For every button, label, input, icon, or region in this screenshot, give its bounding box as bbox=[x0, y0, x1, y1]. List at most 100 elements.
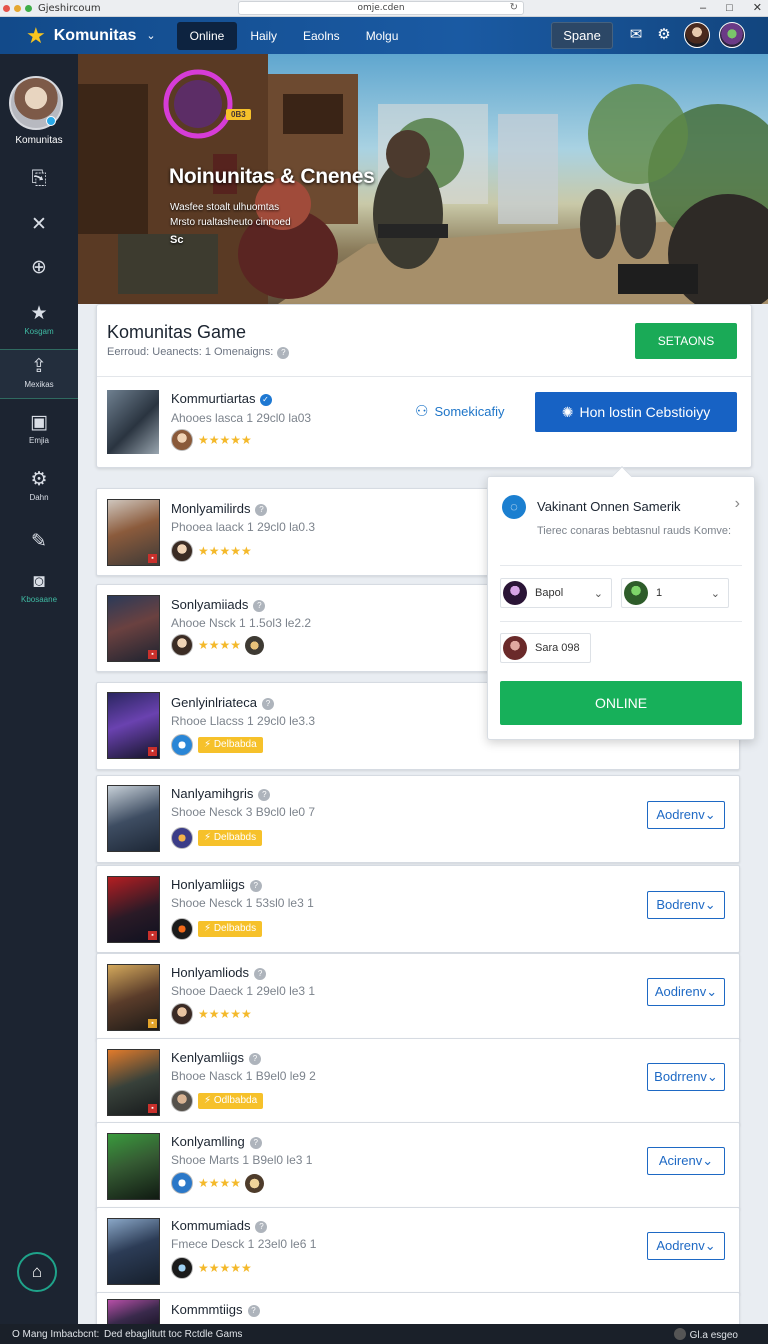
help-icon[interactable]: ? bbox=[254, 968, 267, 980]
tab-online[interactable]: Online bbox=[176, 21, 238, 50]
search-button[interactable]: Spane bbox=[551, 22, 613, 49]
cta-button[interactable]: ✺ Hon lostin Cebstioiyy bbox=[535, 392, 737, 432]
minimize-window-dot[interactable] bbox=[14, 4, 21, 12]
avatar[interactable] bbox=[171, 1257, 193, 1279]
list-item[interactable]: Konlyamlling? Shooe Marts 1 B9el0 le3 1 … bbox=[96, 1122, 740, 1210]
follow-link[interactable]: ⚇ Somekicafiy bbox=[415, 402, 505, 420]
online-button[interactable]: ONLINE bbox=[500, 681, 742, 725]
row-thumbnail[interactable]: ▪ bbox=[107, 499, 160, 566]
row-action-button[interactable]: Bodrrenv⌄ bbox=[647, 1063, 725, 1091]
sidebar-item-globe[interactable]: ⊕ bbox=[0, 257, 78, 279]
sidebar-item-emjia[interactable]: ▣ Emjia bbox=[0, 412, 78, 445]
chevron-right-icon[interactable]: › bbox=[735, 495, 740, 513]
list-item[interactable]: Nanlyamihgris? Shooe Nesck 3 B9cl0 le0 7… bbox=[96, 775, 740, 863]
settings-button[interactable]: SETAONS bbox=[635, 323, 737, 359]
row-thumbnail[interactable] bbox=[107, 1218, 160, 1285]
sidebar-item-close[interactable]: ✕ bbox=[0, 214, 78, 236]
help-icon[interactable]: ? bbox=[277, 347, 290, 359]
close-button[interactable]: ✕ bbox=[753, 0, 762, 16]
row-thumbnail[interactable]: ▪ bbox=[107, 692, 160, 759]
user-avatar[interactable] bbox=[684, 22, 710, 48]
help-icon[interactable]: ? bbox=[255, 504, 268, 516]
user-chip[interactable]: Sara 098 bbox=[500, 633, 591, 663]
sidebar-item-dahn[interactable]: ⚙ Dahn bbox=[0, 469, 78, 502]
refresh-icon[interactable]: ↻ bbox=[510, 2, 518, 14]
game-icon[interactable] bbox=[245, 635, 265, 655]
row-title[interactable]: Honlyamliods? bbox=[171, 965, 267, 980]
row-title[interactable]: Honlyamliigs? bbox=[171, 877, 262, 892]
row-meta: Ahooe Nsck 1 1.5ol3 le2.2 bbox=[171, 616, 312, 630]
game-avatar[interactable] bbox=[719, 22, 745, 48]
help-icon[interactable]: ? bbox=[255, 1221, 268, 1233]
row-title[interactable]: Genlyinlriateca? bbox=[171, 695, 274, 710]
address-bar[interactable]: omje.cden ↻ bbox=[238, 1, 524, 15]
browser-tab-title[interactable]: Gjeshircoum bbox=[38, 3, 268, 14]
row-action-button[interactable]: Bodrenv⌄ bbox=[647, 891, 725, 919]
help-icon[interactable]: ? bbox=[249, 880, 262, 892]
row-action-button[interactable]: Aodrenv⌄ bbox=[647, 1232, 725, 1260]
sidebar-item-kosgam[interactable]: ★ Kosgam bbox=[0, 303, 78, 336]
sidebar-item-wrench[interactable]: ✎ bbox=[0, 531, 78, 553]
minimize-button[interactable]: – bbox=[700, 0, 706, 16]
tab-eaolns[interactable]: Eaolns bbox=[290, 22, 353, 50]
row-title[interactable]: Nanlyamihgris? bbox=[171, 786, 271, 801]
row-action-button[interactable]: Aodirenv⌄ bbox=[647, 978, 725, 1006]
row-title[interactable]: Kommumiads? bbox=[171, 1218, 268, 1233]
avatar[interactable] bbox=[171, 1090, 193, 1112]
game-subtitle: Eerroud: Ueanects: 1 Omenaigns:? bbox=[107, 346, 290, 359]
row-title[interactable]: Monlyamilirds? bbox=[171, 501, 268, 516]
row-title[interactable]: Kenlyamliigs? bbox=[171, 1050, 261, 1065]
player-select[interactable]: Bapol ⌄ bbox=[500, 578, 612, 608]
home-button[interactable]: ⌂ bbox=[17, 1252, 57, 1292]
help-icon[interactable]: ? bbox=[247, 1305, 260, 1317]
list-item[interactable]: ▪ Honlyamliigs? Shooe Nesck 1 53sl0 le3 … bbox=[96, 865, 740, 953]
tab-haily[interactable]: Haily bbox=[237, 22, 290, 50]
sidebar-item-mexikas[interactable]: ⇪ Mexikas bbox=[0, 349, 78, 399]
avatar[interactable] bbox=[171, 634, 193, 656]
count-select[interactable]: 1 ⌄ bbox=[621, 578, 729, 608]
chat-icon[interactable]: ✉ bbox=[626, 25, 646, 45]
row-title[interactable]: Konlyamlling? bbox=[171, 1134, 262, 1149]
tab-molgu[interactable]: Molgu bbox=[353, 22, 412, 50]
avatar[interactable] bbox=[171, 827, 193, 849]
row-action-button[interactable]: Aodrenv⌄ bbox=[647, 801, 725, 829]
settings-icon[interactable]: ⚙ bbox=[654, 25, 674, 45]
chevron-down-icon[interactable]: ⌄ bbox=[146, 29, 155, 42]
sidebar-item-kbosaane[interactable]: ◙ Kbosaane bbox=[0, 571, 78, 604]
row-title[interactable]: Sonlyamiiads? bbox=[171, 597, 266, 612]
help-icon[interactable]: ? bbox=[248, 1053, 261, 1065]
row-thumbnail[interactable]: ▪ bbox=[107, 595, 160, 662]
chevron-down-icon: ⌄ bbox=[704, 1238, 716, 1253]
featured-thumbnail[interactable] bbox=[107, 390, 159, 454]
help-icon[interactable]: ? bbox=[258, 789, 271, 801]
maximize-button[interactable]: □ bbox=[726, 0, 733, 16]
close-x-icon: ✕ bbox=[31, 214, 47, 235]
sidebar-item-clipboard[interactable]: ⎘ bbox=[0, 168, 78, 190]
list-item[interactable]: Kommumiads? Fmece Desck 1 23el0 le6 1 ★★… bbox=[96, 1207, 740, 1295]
avatar[interactable] bbox=[171, 429, 193, 451]
help-icon[interactable]: ? bbox=[249, 1137, 262, 1149]
row-thumbnail[interactable]: ▪ bbox=[107, 876, 160, 943]
row-title[interactable]: Kommmtiigs? bbox=[171, 1302, 260, 1317]
avatar[interactable] bbox=[171, 1172, 193, 1194]
avatar[interactable] bbox=[171, 540, 193, 562]
list-item[interactable]: ▪ Honlyamliods? Shooe Daeck 1 29el0 le3 … bbox=[96, 953, 740, 1041]
row-thumbnail[interactable]: ▪ bbox=[107, 1049, 160, 1116]
clipboard-icon: ⎘ bbox=[31, 168, 47, 189]
avatar[interactable] bbox=[171, 734, 193, 756]
row-thumbnail[interactable] bbox=[107, 1133, 160, 1200]
list-item[interactable]: ▪ Kenlyamliigs? Bhooe Nasck 1 B9el0 le9 … bbox=[96, 1038, 740, 1126]
row-thumbnail[interactable] bbox=[107, 785, 160, 852]
brand-title[interactable]: Komunitas bbox=[54, 27, 137, 45]
avatar[interactable] bbox=[171, 1003, 193, 1025]
row-thumbnail[interactable]: ▪ bbox=[107, 964, 160, 1031]
game-icon[interactable] bbox=[245, 1173, 265, 1193]
close-window-dot[interactable] bbox=[3, 4, 10, 12]
help-icon[interactable]: ? bbox=[253, 600, 266, 612]
avatar[interactable] bbox=[171, 918, 193, 940]
featured-name[interactable]: Kommurtiartas ✓ bbox=[171, 391, 272, 406]
row-action-button[interactable]: Acirenv⌄ bbox=[647, 1147, 725, 1175]
maximize-window-dot[interactable] bbox=[25, 4, 32, 12]
help-icon[interactable]: ? bbox=[262, 698, 274, 710]
status-right[interactable]: Gl.a esgeo bbox=[673, 1328, 738, 1341]
